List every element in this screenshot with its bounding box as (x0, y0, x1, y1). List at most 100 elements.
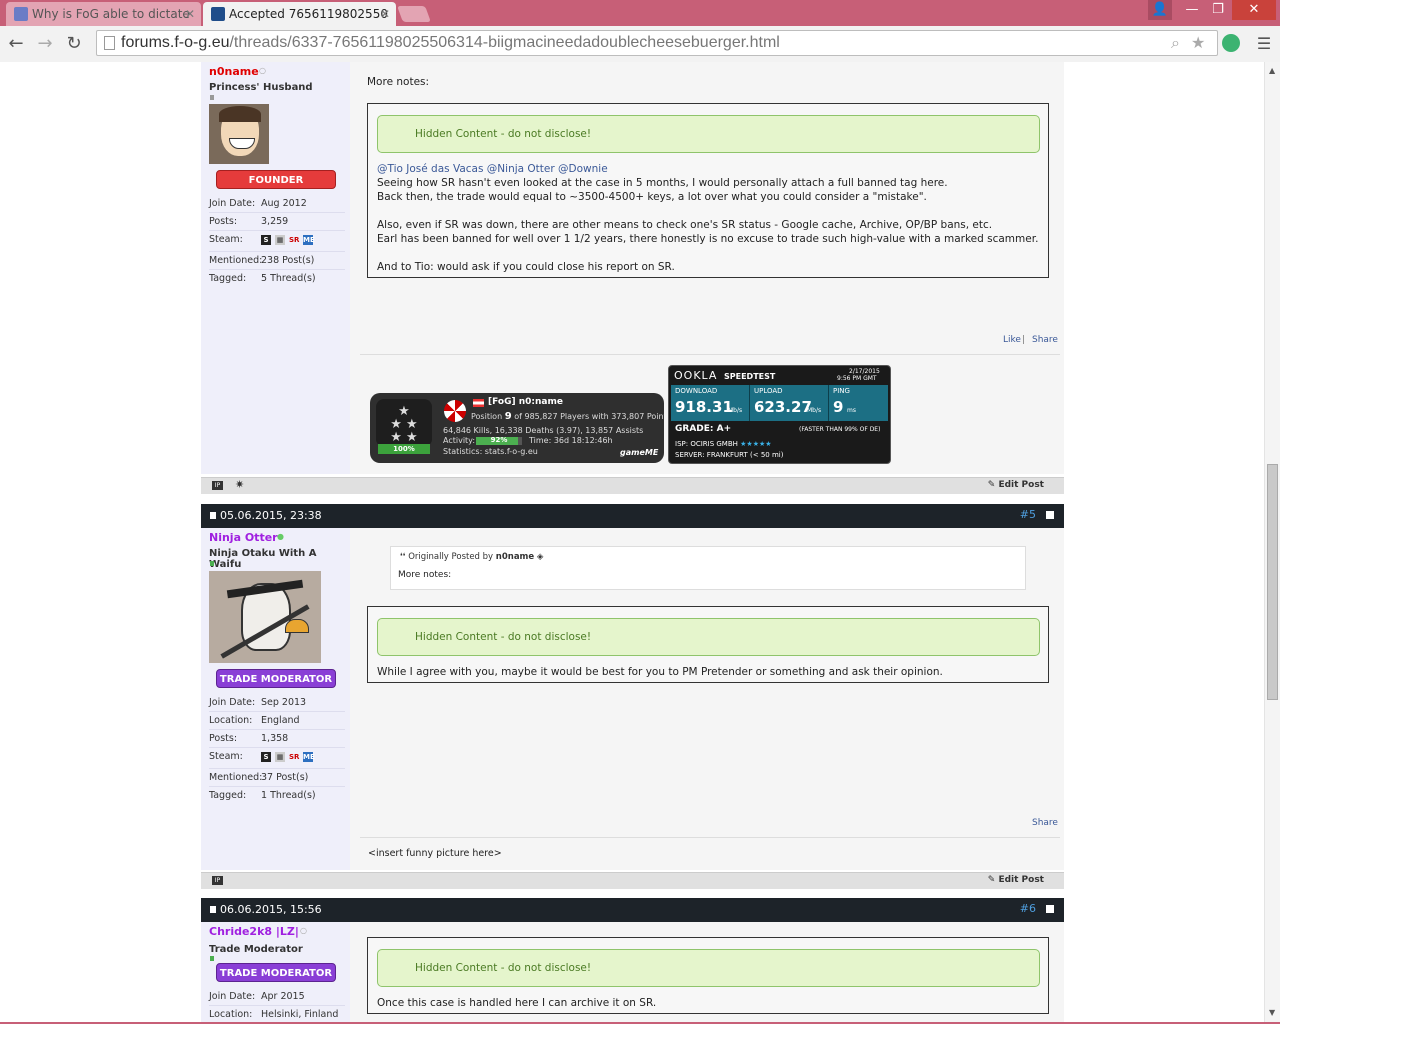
back-button[interactable]: ← (4, 32, 28, 56)
restore-button[interactable]: ❐ (1206, 0, 1230, 20)
activity-label: Activity: (443, 436, 476, 445)
post-userinfo: Chride2k8 |LZ| ○ Trade Moderator TRADE M… (201, 922, 351, 1022)
steam-icon[interactable]: S (261, 752, 271, 762)
player-kd: 64,846 Kills, 16,338 Deaths (3.97), 13,8… (443, 426, 644, 435)
test-date: 2/17/2015 (849, 368, 880, 375)
close-tab-icon[interactable]: ✕ (380, 2, 390, 26)
extension-icon[interactable] (1222, 34, 1240, 52)
player-name: [FoG] n0:name (488, 397, 563, 407)
user-title: Trade Moderator (209, 944, 303, 955)
minimize-button[interactable]: — (1180, 0, 1204, 20)
page-viewport: n0name ○ Princess' Husband FOUNDER Join … (0, 62, 1264, 1022)
zoom-icon[interactable]: ⌕ (1171, 33, 1180, 53)
mention-link[interactable]: @Downie (558, 163, 608, 175)
test-time: 9:56 PM GMT (837, 375, 877, 382)
fog-favicon-icon (211, 7, 225, 21)
ip-icon[interactable]: IP (212, 876, 223, 885)
quote-text: More notes: (398, 570, 452, 580)
signature-stats-banner[interactable]: ★ ★ ★ ★ ★ 100% [FoG] n0:name Position 9 of… (370, 393, 664, 463)
post-text: While I agree with you, maybe it would b… (377, 666, 943, 678)
results-panel: DOWNLOAD 918.31 Mb/s UPLOAD 623.27 Mb/s … (671, 385, 888, 421)
forward-button[interactable]: → (33, 32, 57, 56)
grade: GRADE: A+ (675, 424, 732, 434)
post-intro: More notes: (367, 76, 430, 88)
avatar[interactable] (209, 571, 321, 663)
me-icon[interactable]: ME (303, 752, 315, 762)
gameme-logo: gameME (620, 448, 659, 457)
sr-icon[interactable]: SR (289, 752, 299, 762)
edit-post-button[interactable]: ✎ Edit Post (988, 480, 1044, 490)
tab-inactive[interactable]: Why is FoG able to dictate ✕ (6, 2, 201, 26)
tab-title: Why is FoG able to dictate (32, 7, 190, 21)
quote-box: ❛❛ Originally Posted by n0name ◈ More no… (390, 546, 1026, 590)
share-link[interactable]: Share (1032, 335, 1058, 345)
mention-link[interactable]: @Tio José das Vacas (377, 163, 483, 175)
ip-icon[interactable]: IP (212, 481, 223, 490)
like-link[interactable]: Like (1003, 335, 1021, 345)
select-post-checkbox[interactable] (1046, 905, 1054, 913)
view-post-icon[interactable]: ◈ (537, 552, 544, 562)
online-status-icon: ○ (300, 926, 307, 935)
infraction-icon[interactable]: ✷ (235, 478, 244, 491)
join-date-row: Join Date: Aug 2012 (209, 195, 345, 213)
me-icon[interactable]: ME (303, 235, 315, 245)
post-text: Once this case is handled here I can arc… (377, 997, 657, 1009)
steam-row: Steam: S ▦ SR ME (209, 231, 345, 252)
location-row: Location: England (209, 712, 345, 730)
umbrella-logo-icon (444, 400, 466, 422)
select-post-checkbox[interactable] (1046, 511, 1054, 519)
download-cell: DOWNLOAD 918.31 Mb/s (671, 385, 750, 421)
close-window-button[interactable]: ✕ (1232, 0, 1276, 20)
speedtest-label: SPEEDTEST (724, 372, 776, 381)
username[interactable]: Ninja Otter (209, 531, 278, 544)
signature-speedtest[interactable]: OOKLA SPEEDTEST 2/17/2015 9:56 PM GMT DO… (668, 365, 891, 464)
activity-value: 92% (490, 436, 508, 444)
scrollbar-thumb[interactable] (1267, 464, 1278, 700)
posts-row: Posts: 3,259 (209, 213, 345, 231)
bookmark-star-icon[interactable]: ★ (1191, 33, 1205, 52)
tagged-row: Tagged: 1 Thread(s) (209, 790, 316, 801)
new-tab-button[interactable] (397, 6, 431, 22)
post-userinfo: Ninja Otter ● Ninja Otaku With A Waifu T… (201, 528, 351, 870)
title-bar: Why is FoG able to dictate ✕ Accepted 76… (0, 0, 1280, 26)
mention-link[interactable]: @Ninja Otter (487, 163, 555, 175)
steamrep-icon[interactable]: ▦ (275, 235, 285, 245)
reputation-icon (210, 561, 214, 566)
username[interactable]: n0name (209, 65, 259, 78)
avatar[interactable] (209, 104, 269, 164)
hidden-content-box: Hidden Content - do not disclose! While … (367, 606, 1049, 683)
tab-active[interactable]: Accepted 7656119802550 ✕ (203, 2, 396, 26)
share-link[interactable]: Share (1032, 818, 1058, 828)
edit-post-button[interactable]: ✎ Edit Post (988, 875, 1044, 885)
sr-icon[interactable]: SR (289, 235, 299, 245)
steamrep-icon[interactable]: ▦ (275, 752, 285, 762)
scroll-up-icon[interactable]: ▲ (1269, 66, 1275, 75)
hidden-content-box: Hidden Content - do not disclose! Once t… (367, 937, 1049, 1014)
steam-row: Steam: S ▦ SR ME (209, 748, 345, 769)
scroll-down-icon[interactable]: ▼ (1269, 1008, 1275, 1017)
close-tab-icon[interactable]: ✕ (185, 2, 195, 26)
online-status-icon: ○ (259, 66, 266, 75)
post-date: 05.06.2015, 23:38 (220, 509, 322, 522)
username[interactable]: Chride2k8 |LZ| (209, 925, 299, 938)
hidden-content-label: Hidden Content - do not disclose! (377, 618, 1040, 656)
address-bar[interactable]: forums.f-o-g.eu/threads/6337-76561198025… (96, 30, 1218, 56)
mentioned-row: Mentioned: 37 Post(s) (209, 769, 345, 787)
steam-icon[interactable]: S (261, 235, 271, 245)
post-number[interactable]: #5 (1020, 508, 1036, 521)
tab-title: Accepted 7656119802550 (229, 7, 388, 21)
user-title: Princess' Husband (209, 82, 313, 93)
reload-button[interactable]: ↻ (62, 32, 86, 56)
vertical-scrollbar[interactable]: ▲ ▼ (1264, 62, 1280, 1022)
post-text: @Tio José das Vacas @Ninja Otter @Downie… (377, 163, 1039, 273)
window-bottom-border (0, 1022, 1280, 1024)
ping-cell: PING 9 ms (833, 387, 856, 416)
posts-row: Posts: 1,358 (209, 730, 345, 748)
profile-icon[interactable]: 👤 (1148, 0, 1172, 20)
hidden-content-label: Hidden Content - do not disclose! (377, 115, 1040, 153)
post-number[interactable]: #6 (1020, 902, 1036, 915)
ookla-logo: OOKLA (674, 369, 718, 382)
user-title: Ninja Otaku With A Waifu (209, 548, 317, 570)
link-separator: | (1022, 335, 1026, 345)
menu-icon[interactable]: ☰ (1252, 32, 1276, 56)
